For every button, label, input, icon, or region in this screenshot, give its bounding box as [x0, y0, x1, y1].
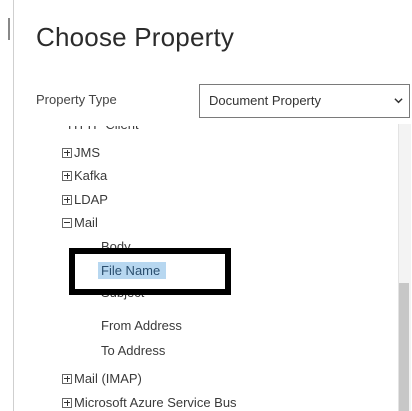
plus-box-icon[interactable]: [62, 170, 72, 181]
annotation-highlight-box: [69, 248, 231, 295]
plus-box-icon[interactable]: [62, 194, 72, 205]
window-left-edge: [0, 0, 14, 411]
property-type-select[interactable]: Document Property: [199, 84, 410, 118]
tree-item-label: Kafka: [74, 168, 108, 183]
tree-item-label: JMS: [74, 145, 100, 160]
plus-box-icon[interactable]: [62, 373, 72, 384]
dialog-title: Choose Property: [36, 22, 235, 52]
tree-item-label: Microsoft Azure Service Bus: [74, 395, 237, 410]
tree-item-mail[interactable]: Mail: [62, 215, 98, 230]
tree-item-label: Mail: [74, 215, 98, 230]
tree-item-http-client[interactable]: HTTP Client: [68, 117, 139, 132]
edge-mark: [8, 18, 10, 40]
plus-box-icon[interactable]: [62, 147, 72, 158]
property-type-value: Document Property: [209, 93, 321, 108]
property-type-label: Property Type: [36, 92, 117, 107]
tree-item-label: LDAP: [74, 192, 108, 207]
tree-item-label: To Address: [101, 343, 166, 358]
tree-item-to-address[interactable]: To Address: [101, 343, 165, 358]
tree-item-from-address[interactable]: From Address: [101, 318, 182, 333]
plus-box-icon[interactable]: [62, 397, 72, 408]
tree-item-mail-imap[interactable]: Mail (IMAP): [62, 371, 142, 386]
tree-item-label: Mail (IMAP): [74, 371, 142, 386]
chevron-down-icon: [394, 98, 403, 104]
tree-scroll-thumb[interactable]: [399, 283, 409, 411]
tree-item-kafka[interactable]: Kafka: [62, 168, 107, 183]
minus-box-icon[interactable]: [62, 217, 72, 228]
tree-item-jms[interactable]: JMS: [62, 145, 100, 160]
tree-item-label: From Address: [101, 318, 182, 333]
tree-item-azure-service-bus[interactable]: Microsoft Azure Service Bus: [62, 395, 237, 410]
tree-item-label: HTTP Client: [68, 117, 139, 132]
tree-item-ldap[interactable]: LDAP: [62, 192, 108, 207]
